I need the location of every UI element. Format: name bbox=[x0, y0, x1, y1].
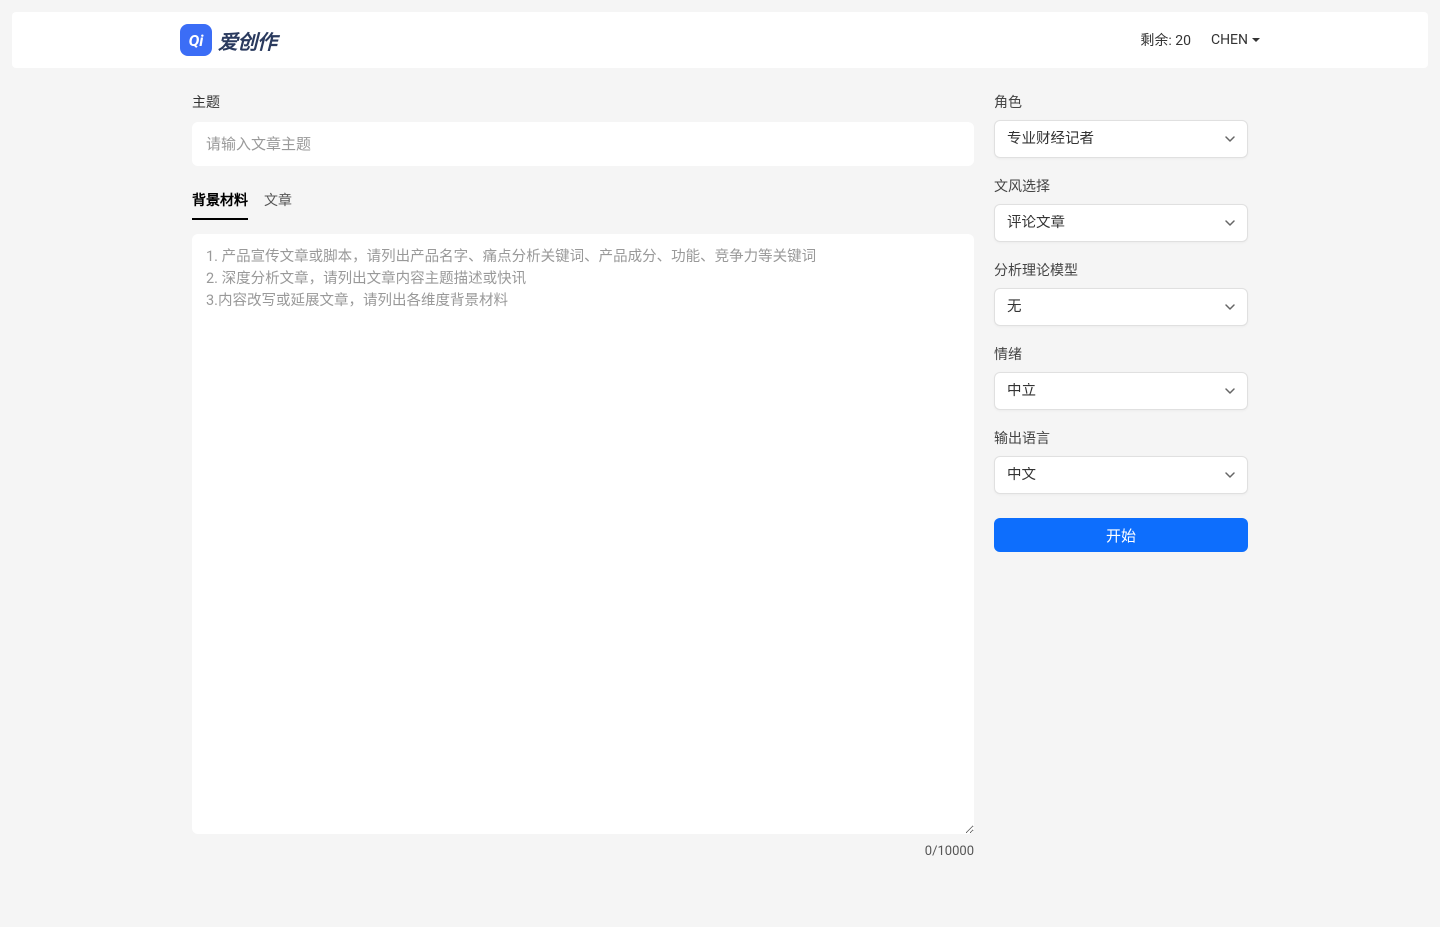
tab-background[interactable]: 背景材料 bbox=[192, 190, 248, 220]
char-counter: 0/10000 bbox=[192, 844, 974, 859]
topic-input[interactable] bbox=[192, 122, 974, 166]
style-select[interactable]: 评论文章 bbox=[994, 204, 1248, 242]
background-textarea[interactable] bbox=[192, 234, 974, 834]
role-select[interactable]: 专业财经记者 bbox=[994, 120, 1248, 158]
remaining-count: 剩余: 20 bbox=[1140, 30, 1191, 50]
role-group: 角色 专业财经记者 bbox=[994, 92, 1248, 158]
language-group: 输出语言 中文 bbox=[994, 428, 1248, 494]
model-group: 分析理论模型 无 bbox=[994, 260, 1248, 326]
header-inner: Qi 爱创作 剩余: 20 CHEN bbox=[180, 24, 1260, 56]
user-menu[interactable]: CHEN bbox=[1211, 32, 1260, 48]
language-select[interactable]: 中文 bbox=[994, 456, 1248, 494]
tab-article[interactable]: 文章 bbox=[264, 190, 292, 220]
emotion-select[interactable]: 中立 bbox=[994, 372, 1248, 410]
model-label: 分析理论模型 bbox=[994, 260, 1248, 280]
right-panel: 角色 专业财经记者 文风选择 评论文章 分析理论模型 无 bbox=[994, 92, 1248, 859]
logo-icon: Qi bbox=[180, 24, 212, 56]
tabs: 背景材料 文章 bbox=[192, 190, 974, 220]
main-container: 主题 背景材料 文章 0/10000 角色 专业财经记者 文风选择 评论 bbox=[180, 80, 1260, 871]
topic-label: 主题 bbox=[192, 92, 974, 112]
logo[interactable]: Qi 爱创作 bbox=[180, 24, 277, 56]
language-label: 输出语言 bbox=[994, 428, 1248, 448]
header: Qi 爱创作 剩余: 20 CHEN bbox=[12, 12, 1428, 68]
style-group: 文风选择 评论文章 bbox=[994, 176, 1248, 242]
user-name: CHEN bbox=[1211, 32, 1248, 48]
start-button[interactable]: 开始 bbox=[994, 518, 1248, 552]
caret-down-icon bbox=[1252, 38, 1260, 42]
emotion-label: 情绪 bbox=[994, 344, 1248, 364]
role-label: 角色 bbox=[994, 92, 1248, 112]
style-label: 文风选择 bbox=[994, 176, 1248, 196]
logo-text: 爱创作 bbox=[218, 26, 277, 55]
header-right: 剩余: 20 CHEN bbox=[1140, 30, 1260, 50]
model-select[interactable]: 无 bbox=[994, 288, 1248, 326]
left-panel: 主题 背景材料 文章 0/10000 bbox=[192, 92, 974, 859]
emotion-group: 情绪 中立 bbox=[994, 344, 1248, 410]
